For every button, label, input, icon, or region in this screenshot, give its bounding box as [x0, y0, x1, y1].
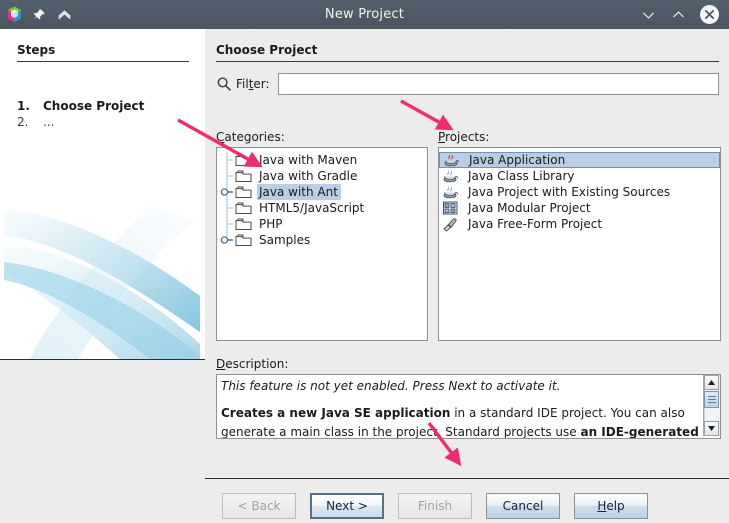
- description-label: Description:: [216, 357, 288, 371]
- cancel-button-label: Cancel: [503, 499, 544, 513]
- scroll-up-icon[interactable]: [704, 375, 719, 390]
- button-bar-divider: [205, 478, 729, 479]
- java-cup-icon: [442, 184, 459, 200]
- chevron-up-icon[interactable]: [56, 7, 72, 23]
- minimize-button[interactable]: [640, 7, 656, 23]
- folder-icon: [235, 169, 252, 183]
- page-title-divider: [216, 61, 719, 62]
- finish-button[interactable]: Finish: [398, 493, 472, 519]
- projects-label: Projects:: [438, 130, 489, 144]
- page-title: Choose Project: [216, 43, 317, 57]
- title-bar-left-icons: [0, 6, 72, 23]
- project-item-java-modular-project[interactable]: Java Modular Project: [439, 200, 720, 216]
- main-panel: Choose Project Filter: Categories:: [205, 29, 729, 507]
- decorative-swoosh-graphic: [0, 184, 205, 359]
- steps-heading: Steps: [17, 43, 55, 57]
- tree-item-samples[interactable]: Samples: [217, 232, 427, 248]
- tree-item-java-with-gradle[interactable]: Java with Gradle: [217, 168, 427, 184]
- tree-item-label: HTML5/JavaScript: [257, 200, 367, 216]
- help-button[interactable]: Help: [574, 493, 648, 519]
- description-italic-line: This feature is not yet enabled. Press N…: [221, 377, 700, 396]
- step-label: Choose Project: [43, 99, 144, 113]
- project-item-java-project-existing-sources[interactable]: Java Project with Existing Sources: [439, 184, 720, 200]
- tree-guide: [219, 152, 235, 168]
- tree-guide: [219, 216, 235, 232]
- finish-button-label: Finish: [418, 499, 452, 513]
- cancel-button[interactable]: Cancel: [486, 493, 560, 519]
- step-item-1: 1. Choose Project: [17, 99, 144, 113]
- steps-panel: Steps 1. Choose Project 2. ...: [0, 29, 205, 360]
- scrollbar-grip: [708, 402, 716, 403]
- tree-item-label: Java with Gradle: [257, 168, 360, 184]
- tree-item-label: Java with Maven: [257, 152, 360, 168]
- description-scrollbar[interactable]: [703, 375, 720, 436]
- folder-icon: [235, 217, 252, 231]
- project-item-label: Java Modular Project: [464, 200, 595, 216]
- tree-item-php[interactable]: PHP: [217, 216, 427, 232]
- steps-panel-footer: [0, 360, 205, 507]
- project-item-label: Java Application: [465, 152, 569, 168]
- step-number: 1.: [17, 99, 43, 113]
- tree-item-java-with-ant[interactable]: Java with Ant: [217, 184, 427, 200]
- projects-listbox[interactable]: Java Application Java Class Library: [438, 147, 721, 341]
- filter-label: Filter:: [236, 77, 270, 91]
- filter-input[interactable]: [278, 73, 719, 95]
- project-item-label: Java Free-Form Project: [464, 216, 606, 232]
- project-item-java-class-library[interactable]: Java Class Library: [439, 168, 720, 184]
- description-bold-1: Creates a new Java SE application: [221, 406, 450, 420]
- step-item-2: 2. ...: [17, 115, 54, 129]
- scroll-down-icon[interactable]: [704, 421, 719, 436]
- tree-expand-toggle-icon[interactable]: [219, 232, 235, 248]
- tree-expand-toggle-icon[interactable]: [219, 184, 235, 200]
- description-paragraph: Creates a new Java SE application in a s…: [221, 404, 700, 439]
- folder-icon: [235, 233, 252, 247]
- project-item-java-application[interactable]: Java Application: [439, 152, 720, 168]
- next-button-label: Next >: [326, 499, 368, 513]
- next-button[interactable]: Next >: [310, 493, 384, 519]
- java-module-icon: [442, 200, 459, 216]
- cube-logo-icon: [7, 6, 22, 23]
- button-bar: < Back Next > Finish Cancel Help: [205, 489, 729, 523]
- description-text: This feature is not yet enabled. Press N…: [221, 377, 700, 439]
- description-box: This feature is not yet enabled. Press N…: [216, 374, 721, 439]
- title-bar: New Project: [0, 0, 729, 30]
- scrollbar-grip: [708, 396, 716, 397]
- project-item-label: Java Project with Existing Sources: [464, 184, 674, 200]
- scrollbar-grip: [708, 399, 716, 400]
- filter-row: Filter:: [216, 72, 719, 96]
- folder-icon: [235, 185, 252, 199]
- folder-icon: [235, 201, 252, 215]
- java-cup-icon: [442, 168, 459, 184]
- tree-item-html5-javascript[interactable]: HTML5/JavaScript: [217, 200, 427, 216]
- categories-label: Categories:: [216, 130, 285, 144]
- step-label: ...: [43, 115, 54, 129]
- java-cup-icon: [443, 152, 460, 168]
- tree-item-java-with-maven[interactable]: Java with Maven: [217, 152, 427, 168]
- window-title: New Project: [0, 7, 729, 22]
- back-button-label: < Back: [237, 499, 280, 513]
- java-freeform-icon: [442, 216, 459, 232]
- new-project-dialog: New Project Steps 1. Choose Project 2. .…: [0, 0, 729, 507]
- close-button[interactable]: [700, 5, 719, 24]
- back-button[interactable]: < Back: [222, 493, 296, 519]
- steps-divider: [17, 61, 189, 62]
- categories-listbox[interactable]: Java with Maven Java with Gradle: [216, 147, 428, 341]
- scrollbar-thumb[interactable]: [704, 391, 719, 408]
- tree-guide: [219, 168, 235, 184]
- step-number: 2.: [17, 115, 43, 129]
- help-button-label: Help: [597, 499, 624, 513]
- pin-icon[interactable]: [31, 7, 47, 23]
- tree-item-label: PHP: [257, 216, 286, 232]
- maximize-button[interactable]: [670, 7, 686, 23]
- project-item-label: Java Class Library: [464, 168, 579, 184]
- tree-guide: [219, 200, 235, 216]
- tree-item-label: Java with Ant: [257, 184, 341, 200]
- window-controls: [640, 5, 729, 24]
- project-item-java-free-form-project[interactable]: Java Free-Form Project: [439, 216, 720, 232]
- search-icon: [216, 76, 232, 92]
- tree-item-label: Samples: [257, 232, 313, 248]
- folder-icon: [235, 153, 252, 167]
